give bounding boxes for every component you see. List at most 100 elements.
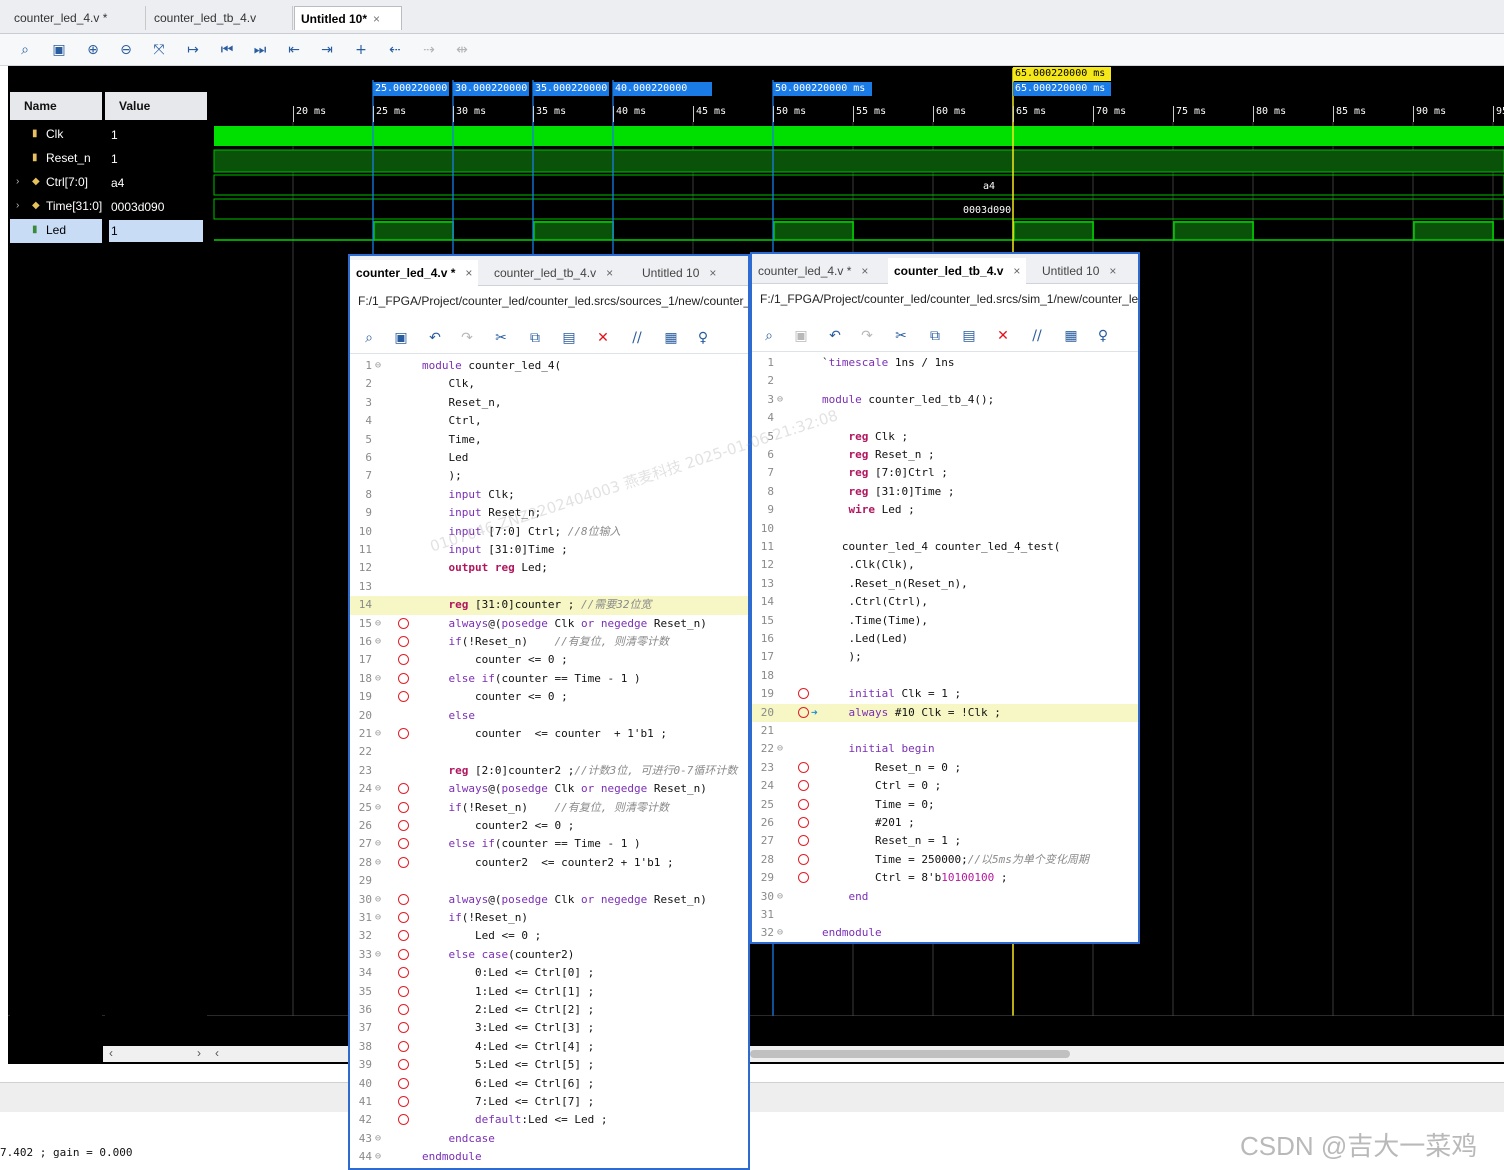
breakpoint-icon[interactable] [398,1040,409,1052]
breakpoint-icon[interactable] [798,798,809,810]
breakpoint-icon[interactable] [798,817,809,828]
code-line[interactable]: 4 Ctrl, [350,412,748,430]
code-line[interactable]: 23 reg [2:0]counter2 ;//计数3位, 可进行0-7循环计数 [350,762,748,780]
breakpoint-icon[interactable] [398,1059,409,1071]
scroll-left-icon[interactable]: ‹ [109,1046,113,1060]
lightbulb-icon[interactable]: ♀ [1092,326,1114,346]
code-line[interactable]: 18 [752,667,1138,685]
code-line[interactable]: 13 .Reset_n(Reset_n), [752,575,1138,593]
code-line[interactable]: 44 ⊖ endmodule [350,1148,748,1166]
fold-icon[interactable]: ⊖ [375,633,381,651]
code-line[interactable]: 26 counter2 <= 0 ; [350,817,748,835]
code-line[interactable]: 30 ⊖ always@(posedge Clk or negedge Reset… [350,891,748,909]
undo-icon[interactable]: ↶ [824,326,846,346]
code-line[interactable]: 10 [752,520,1138,538]
breakpoint-icon[interactable] [398,948,409,960]
code-line[interactable]: 16 .Led(Led) [752,630,1138,648]
breakpoint-icon[interactable] [798,872,809,884]
breakpoint-icon[interactable] [398,985,409,997]
code-line[interactable]: 26 #201 ; [752,814,1138,832]
breakpoint-icon[interactable] [398,930,409,942]
code-line[interactable]: 6 Led [350,449,748,467]
breakpoint-icon[interactable] [798,835,809,847]
code-line[interactable]: 41 7:Led <= Ctrl[7] ; [350,1093,748,1111]
breakpoint-icon[interactable] [398,654,409,666]
code-line[interactable]: 32 Led <= 0 ; [350,927,748,945]
code-line[interactable]: 14 .Ctrl(Ctrl), [752,593,1138,611]
code-line[interactable]: 22 [350,743,748,761]
chevron-right-icon[interactable]: › [16,171,19,193]
code-line[interactable]: 23 Reset_n = 0 ; [752,759,1138,777]
paste-icon[interactable]: ▤ [958,326,980,346]
breakpoint-icon[interactable] [798,688,809,700]
code-line[interactable]: 25 Time = 0; [752,796,1138,814]
code-line[interactable]: 13 [350,578,748,596]
close-icon[interactable]: × [606,266,613,280]
code-line[interactable]: 3 Reset_n, [350,394,748,412]
breakpoint-icon[interactable] [798,853,809,865]
fold-icon[interactable]: ⊖ [375,909,381,927]
close-icon[interactable]: × [861,264,868,278]
code-line[interactable]: 43 ⊖ endcase [350,1130,748,1148]
code-line[interactable]: 1 ⊖ module counter_led_4( [350,357,748,375]
code-line[interactable]: 29 [350,872,748,890]
tab-counter-led-tb-4[interactable]: counter_led_tb_4.v × [488,260,619,286]
code-line[interactable]: 24 ⊖ always@(posedge Clk or negedge Reset… [350,780,748,798]
tab-untitled-10[interactable]: Untitled 10 × [636,260,722,286]
code-line[interactable]: 39 5:Led <= Ctrl[5] ; [350,1056,748,1074]
code-line[interactable]: 28 Time = 250000;//以5ms为单个变化周期 [752,851,1138,869]
code-line[interactable]: 18 ⊖ else if(counter == Time - 1 ) [350,670,748,688]
code-line[interactable]: 10 input [7:0] Ctrl; //8位输入 [350,523,748,541]
breakpoint-icon[interactable] [398,783,409,795]
breakpoint-icon[interactable] [398,1096,409,1107]
code-line[interactable]: 25 ⊖ if(!Reset_n) //有复位, 则清零计数 [350,799,748,817]
tab-counter-led-4[interactable]: counter_led_4.v * × [350,260,479,286]
paste-icon[interactable]: ▤ [558,328,580,348]
breakpoint-icon[interactable] [398,893,409,905]
code-line[interactable]: 31 ⊖ if(!Reset_n) [350,909,748,927]
close-icon[interactable]: × [1109,264,1116,278]
breakpoint-icon[interactable] [398,617,409,629]
cut-icon[interactable]: ✂ [490,328,512,348]
scroll-right-icon[interactable]: › [197,1046,201,1060]
code-line[interactable]: 16 ⊖ if(!Reset_n) //有复位, 则清零计数 [350,633,748,651]
marker-label[interactable]: 25.000220000 [373,82,450,96]
code-line[interactable]: 11 input [31:0]Time ; [350,541,748,559]
fold-icon[interactable]: ⊖ [777,888,783,906]
scrollbar-thumb[interactable] [750,1050,1070,1058]
code-line[interactable]: 12 .Clk(Clk), [752,556,1138,574]
code-line[interactable]: 31 [752,906,1138,924]
fold-icon[interactable]: ⊖ [777,391,783,409]
copy-icon[interactable]: ⧉ [524,328,546,348]
code-line[interactable]: 29 Ctrl = 8'b10100100 ; [752,869,1138,887]
code-line[interactable]: 7 reg [7:0]Ctrl ; [752,464,1138,482]
code-line[interactable]: 8 input Clk; [350,486,748,504]
close-icon[interactable]: × [709,266,716,280]
code-line[interactable]: 20 else [350,707,748,725]
fold-icon[interactable]: ⊖ [375,670,381,688]
code-line[interactable]: 2 [752,372,1138,390]
value-column-header[interactable]: Value [105,92,207,120]
code-line[interactable]: 35 1:Led <= Ctrl[1] ; [350,983,748,1001]
breakpoint-icon[interactable] [798,706,809,718]
fold-icon[interactable]: ⊖ [375,835,381,853]
code-line[interactable]: 19 counter <= 0 ; [350,688,748,706]
lightbulb-icon[interactable]: ♀ [692,328,714,348]
code-line[interactable]: 6 reg Reset_n ; [752,446,1138,464]
breakpoint-icon[interactable] [398,912,409,923]
undo-icon[interactable]: ↶ [424,328,446,348]
code-line[interactable]: 5 Time, [350,431,748,449]
delete-icon[interactable]: ✕ [992,326,1014,346]
search-icon[interactable]: ⌕ [758,326,780,346]
tab-counter-led-4[interactable]: counter_led_4.v * × [752,258,874,284]
code-line[interactable]: 21 [752,722,1138,740]
code-line[interactable]: 27 Reset_n = 1 ; [752,832,1138,850]
breakpoint-icon[interactable] [798,780,809,792]
code-line[interactable]: 17 counter <= 0 ; [350,651,748,669]
code-line[interactable]: 7 ); [350,467,748,485]
close-icon[interactable]: × [465,266,472,280]
fold-icon[interactable]: ⊖ [375,357,381,375]
breakpoint-icon[interactable] [798,761,809,773]
marker-label[interactable]: 50.000220000 ms [773,82,872,96]
signal-row-time[interactable]: › ◆ Time[31:0] [10,195,102,219]
